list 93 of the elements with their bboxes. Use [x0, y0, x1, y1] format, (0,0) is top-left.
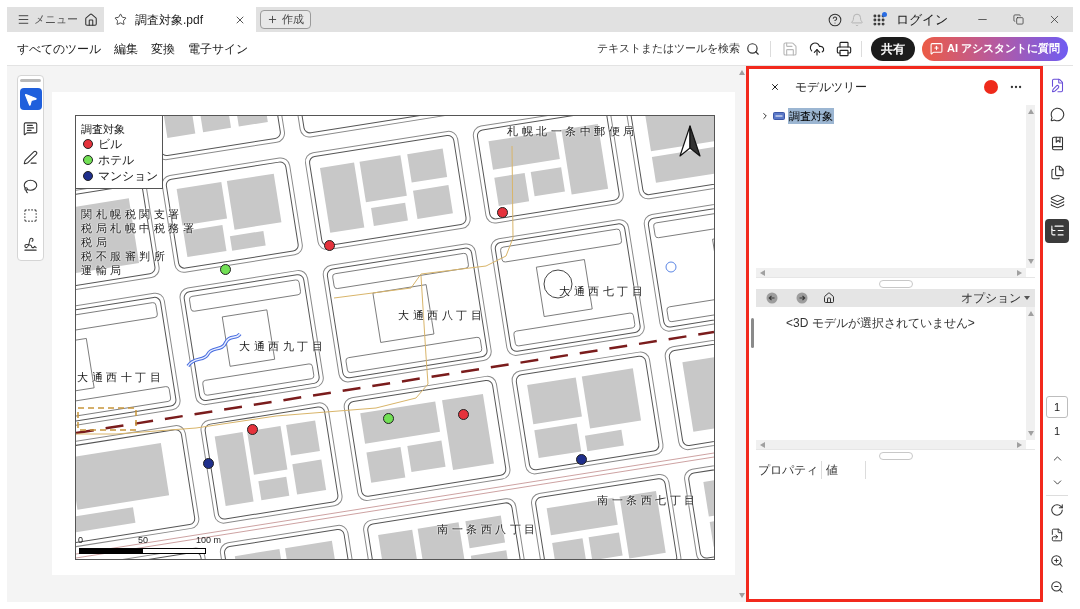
ring-marker-icon	[665, 261, 677, 273]
scale-label: 0	[78, 535, 83, 545]
rotate-icon	[1050, 503, 1064, 517]
map-marker-icon[interactable]	[575, 453, 587, 465]
map-label: 税局札幌中税務署	[81, 222, 197, 235]
file-icon	[1050, 528, 1064, 542]
map-label: 南一条西七丁目	[597, 494, 699, 507]
plus-icon	[267, 14, 278, 25]
splitter-handle[interactable]	[878, 451, 913, 460]
north-arrow-icon	[678, 125, 702, 157]
pointer-icon	[23, 91, 38, 107]
save-icon	[781, 40, 798, 57]
map-label: 大通西九丁目	[239, 340, 326, 353]
map-marker-icon[interactable]	[246, 423, 258, 435]
map-label: 関札幌税関支署	[81, 208, 183, 221]
column-header: プロパティ	[758, 462, 818, 479]
map-label: 運輸局	[81, 264, 125, 277]
fountain-circle	[543, 269, 573, 299]
map-label: 税局	[81, 236, 110, 249]
map-marker-icon[interactable]	[382, 412, 394, 424]
search-label[interactable]: テキストまたはツールを検索	[596, 40, 740, 57]
map-label: 大通西七丁目	[559, 285, 646, 298]
search-icon[interactable]	[745, 41, 760, 56]
map-label: 大通西八丁目	[398, 309, 485, 322]
map-marker-icon[interactable]	[219, 263, 231, 275]
page-count: 1	[1053, 424, 1061, 438]
chat-plus-icon	[929, 42, 943, 55]
menu-button[interactable]: メニュー	[17, 11, 78, 28]
file-pen-icon	[1049, 78, 1065, 93]
map-marker-icon[interactable]	[202, 457, 214, 469]
map-marker-icon[interactable]	[496, 206, 508, 218]
legend-label: ホテル	[98, 152, 134, 169]
zoom-out-icon	[1050, 580, 1064, 594]
comment-icon	[1049, 107, 1065, 122]
home-icon[interactable]	[84, 12, 98, 27]
tree-icon	[1049, 223, 1065, 238]
cloud-upload-icon	[808, 40, 825, 57]
layers-icon	[1049, 194, 1065, 209]
close-icon[interactable]	[770, 82, 780, 92]
select-tool-button[interactable]	[19, 88, 42, 110]
menu-icon	[17, 13, 30, 26]
back-arrow-icon[interactable]	[766, 292, 778, 304]
login-button[interactable]: ログイン	[896, 9, 948, 30]
dashed-area-outline	[77, 407, 138, 432]
resize-handle[interactable]	[751, 318, 754, 348]
menu-item[interactable]: 電子サイン	[188, 39, 248, 58]
legend-label: マンション	[98, 168, 158, 185]
share-button[interactable]: 共有	[870, 36, 915, 61]
map-label: 税不服審判所	[81, 250, 168, 263]
tree-item[interactable]: 調査対象	[788, 108, 834, 124]
document-tab[interactable]: 調査対象.pdf	[104, 7, 256, 32]
comment-icon	[23, 120, 38, 136]
menu-item[interactable]: 変換	[151, 39, 175, 58]
column-header: 値	[826, 462, 838, 479]
home-icon[interactable]	[823, 292, 835, 304]
map-label: 大通西十丁目	[77, 371, 164, 384]
map-label: 南一条西八丁目	[437, 523, 539, 536]
map-marker-icon[interactable]	[457, 408, 469, 420]
empty-message: <3D モデルが選択されていません>	[786, 316, 975, 330]
pages-icon	[1049, 165, 1065, 180]
rail-grip[interactable]	[20, 79, 41, 82]
model-tree-panel-button[interactable]	[1045, 218, 1069, 243]
panel-title: モデルツリー	[795, 79, 867, 96]
pen-icon	[23, 149, 38, 165]
star-icon[interactable]	[114, 13, 127, 26]
splitter-handle[interactable]	[878, 279, 913, 288]
printer-icon	[835, 40, 852, 57]
bookmark-icon	[1049, 136, 1065, 151]
forward-arrow-icon[interactable]	[796, 292, 808, 304]
apps-grid-icon[interactable]	[872, 12, 886, 27]
chevron-right-icon[interactable]	[760, 111, 770, 121]
scale-label: 50	[138, 535, 148, 545]
dashed-square-icon	[23, 207, 38, 223]
lasso-icon	[23, 178, 38, 194]
signature-icon	[23, 236, 38, 252]
ai-assistant-button[interactable]: AI アシスタントに質問	[921, 36, 1068, 61]
upload-button[interactable]	[808, 40, 825, 57]
legend-title: 調査対象	[81, 122, 126, 136]
options-dropdown[interactable]: オプション	[961, 290, 1030, 306]
map-marker-icon[interactable]	[323, 239, 335, 251]
print-button[interactable]	[835, 40, 852, 57]
help-icon[interactable]	[828, 12, 842, 27]
menu-item[interactable]: すべてのツール	[17, 39, 101, 58]
zoom-in-icon	[1050, 554, 1064, 568]
restore-icon[interactable]	[1013, 14, 1024, 25]
model-node-icon	[773, 112, 785, 120]
map-label: 札幌北一条中郵便局	[507, 125, 638, 138]
menu-item[interactable]: 編集	[114, 39, 138, 58]
scale-label: 100 m	[196, 535, 221, 545]
dropdown-caret-icon	[1024, 296, 1030, 300]
legend-label: ビル	[98, 136, 122, 153]
create-button[interactable]: 作成	[260, 10, 311, 29]
page-number-input[interactable]: 1	[1046, 396, 1068, 418]
